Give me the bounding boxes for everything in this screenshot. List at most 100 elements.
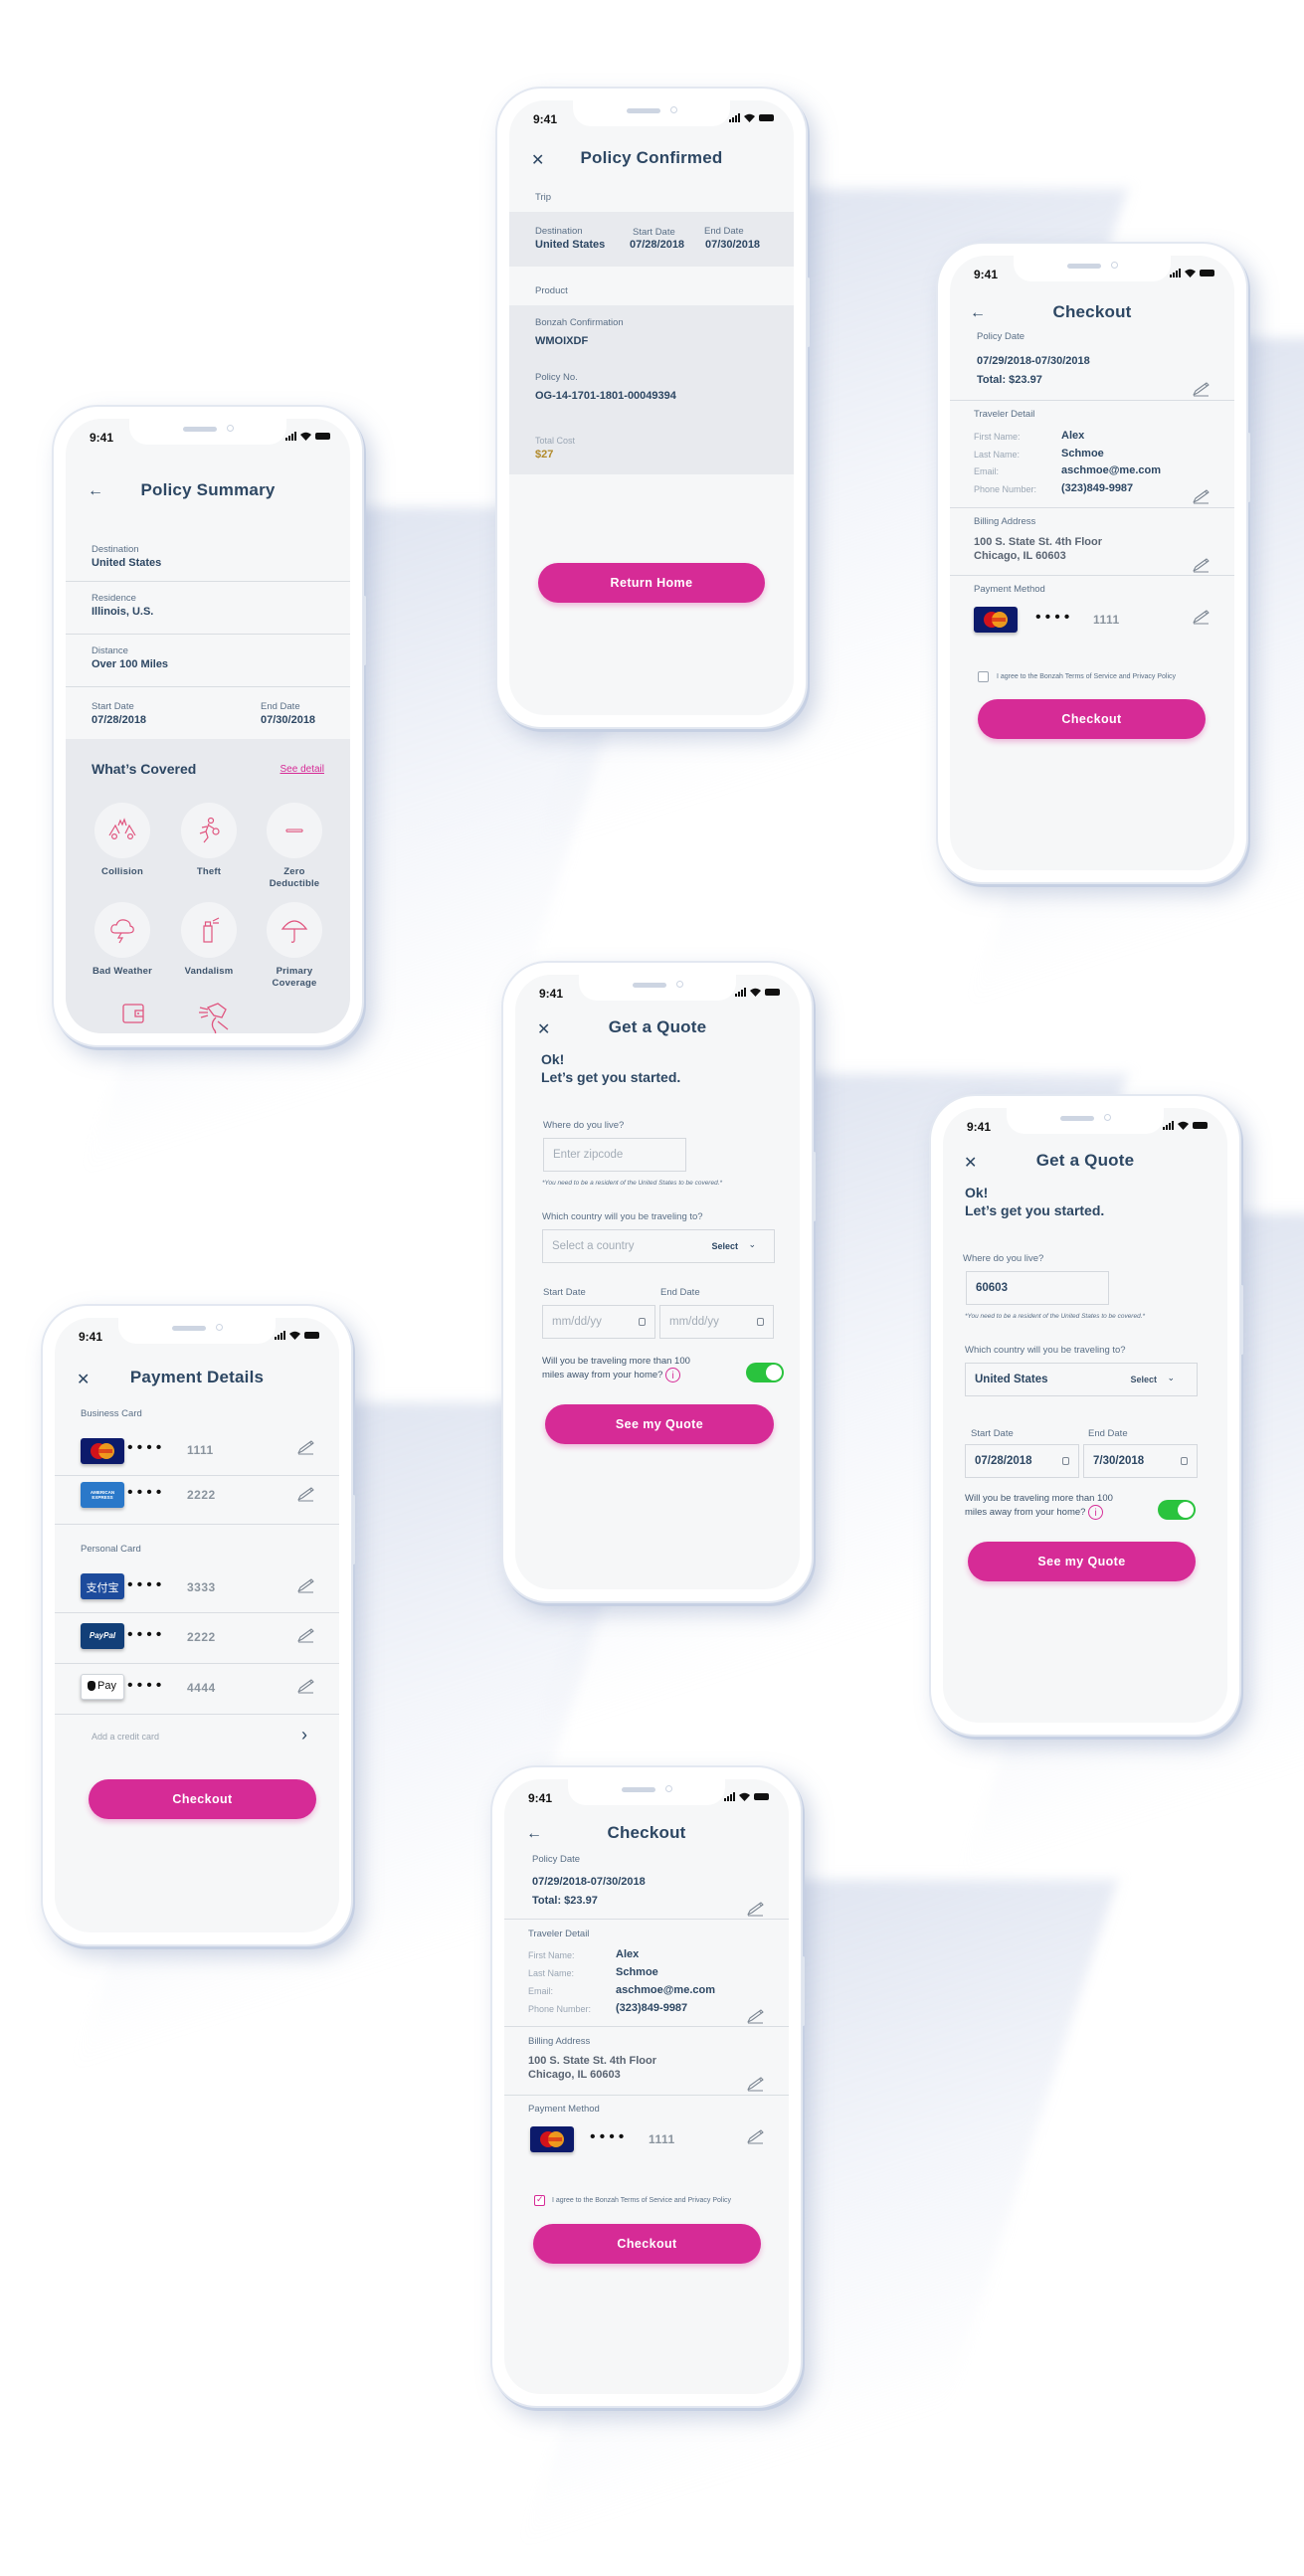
coverage-item-collision[interactable]: Collision xyxy=(83,803,162,878)
checkout-button[interactable]: Checkout xyxy=(89,1779,316,1819)
billing-line-2: Chicago, IL 60603 xyxy=(974,550,1066,562)
coverage-label: Theft xyxy=(196,866,222,877)
start-date-input[interactable]: 07/28/2018 xyxy=(965,1444,1079,1478)
start-date-value: 07/28/2018 xyxy=(630,239,685,251)
country-placeholder: Select a country xyxy=(552,1240,635,1252)
coverage-item-primary-coverage[interactable]: Primary Coverage xyxy=(255,902,334,990)
coverage-item-zero-deductible[interactable]: Zero Deductible xyxy=(255,803,334,890)
see-my-quote-button[interactable]: See my Quote xyxy=(968,1542,1196,1581)
trip-label: Trip xyxy=(535,192,552,203)
card-row[interactable]: 支付宝 •••• 3333 xyxy=(55,1562,339,1611)
country-select[interactable]: United States Select ⌄ xyxy=(965,1363,1198,1396)
phone-payment-details: 9:41 ✕ Payment Details Business Card •••… xyxy=(41,1304,355,1946)
card-row[interactable]: •••• 1111 xyxy=(55,1427,339,1473)
end-date-label: End Date xyxy=(704,226,744,237)
edit-traveler-pencil-icon[interactable] xyxy=(746,2008,766,2024)
page-title: Checkout xyxy=(607,1823,686,1842)
amex-logo: AMERICAN EXPRESS xyxy=(81,1482,124,1508)
agree-checkbox[interactable]: ✓ xyxy=(534,2194,545,2206)
see-detail-link[interactable]: See detail xyxy=(280,764,324,775)
edit-payment-pencil-icon[interactable] xyxy=(746,2128,766,2144)
billing-line-1: 100 S. State St. 4th Floor xyxy=(528,2055,656,2067)
edit-policy-date-pencil-icon[interactable] xyxy=(746,1901,766,1917)
edit-card-pencil-icon[interactable] xyxy=(296,1627,316,1643)
greeting-line-2: Let’s get you started. xyxy=(541,1069,681,1085)
screen: 9:41 ← Policy Summary Destination United… xyxy=(66,419,350,1033)
summary-row: Destination United States xyxy=(66,536,350,581)
billing-address-label: Billing Address xyxy=(974,516,1036,527)
phone-get-quote-filled: 9:41 ✕ Get a Quote Ok! Let’s get you sta… xyxy=(929,1094,1243,1737)
end-date-input[interactable]: 7/30/2018 xyxy=(1083,1444,1198,1478)
row-label: Destination xyxy=(92,544,139,555)
mascot-icon[interactable] xyxy=(196,1000,236,1033)
wallet-icon[interactable] xyxy=(121,1002,145,1025)
coverage-item-theft[interactable]: Theft xyxy=(169,803,249,878)
edit-traveler-pencil-icon[interactable] xyxy=(1192,488,1211,504)
zipcode-input[interactable]: 60603 xyxy=(966,1271,1109,1305)
coverage-item-vandalism[interactable]: Vandalism xyxy=(169,902,249,978)
notch xyxy=(568,1779,725,1805)
coverage-panel: What’s Covered See detail Collision Thef… xyxy=(66,739,350,1033)
notch xyxy=(129,419,286,445)
edit-billing-pencil-icon[interactable] xyxy=(746,2076,766,2092)
theft-icon xyxy=(199,817,220,843)
card-dots: •••• xyxy=(127,1439,166,1456)
chevron-down-icon: ⌄ xyxy=(1167,1373,1175,1382)
side-button xyxy=(352,1495,355,1564)
phone-policy-confirmed: 9:41 ✕ Policy Confirmed Trip Destination… xyxy=(495,87,810,729)
agree-checkbox[interactable] xyxy=(978,671,989,682)
distance-toggle[interactable] xyxy=(746,1363,784,1382)
coverage-title: What’s Covered xyxy=(92,761,197,777)
return-home-button[interactable]: Return Home xyxy=(538,563,765,603)
zipcode-input[interactable]: Enter zipcode xyxy=(543,1138,686,1172)
policy-date-label: Policy Date xyxy=(977,331,1025,342)
card-row[interactable]: PayPal •••• 2222 xyxy=(55,1613,339,1663)
coverage-label: Collision xyxy=(101,866,143,877)
add-credit-card-label: Add a credit card xyxy=(92,1732,160,1742)
country-select[interactable]: Select a country Select ⌄ xyxy=(542,1229,775,1263)
calendar-icon xyxy=(639,1318,646,1326)
distance-toggle[interactable] xyxy=(1158,1500,1196,1520)
row-value: Over 100 Miles xyxy=(92,658,169,670)
divider xyxy=(55,1524,339,1525)
status-icons xyxy=(275,1331,319,1340)
edit-billing-pencil-icon[interactable] xyxy=(1192,557,1211,573)
screen: 9:41 ✕ Get a Quote Ok! Let’s get you sta… xyxy=(515,975,800,1589)
edit-payment-pencil-icon[interactable] xyxy=(1192,609,1211,625)
end-date-input[interactable]: mm/dd/yy xyxy=(659,1305,774,1339)
status-icons xyxy=(1163,1121,1208,1130)
signal-icon xyxy=(724,1792,735,1801)
dates-row: Start Date 07/28/2018 End Date 07/30/201… xyxy=(66,687,350,739)
apple-pay-text: Pay xyxy=(97,1680,116,1692)
edit-card-pencil-icon[interactable] xyxy=(296,1577,316,1593)
row-value: United States xyxy=(92,557,162,569)
checkout-button[interactable]: Checkout xyxy=(533,2224,761,2264)
screen: 9:41 ← Checkout Policy Date 07/29/2018-0… xyxy=(504,1779,789,2394)
start-date-input[interactable]: mm/dd/yy xyxy=(542,1305,655,1339)
add-credit-card-row[interactable]: Add a credit card › xyxy=(55,1715,339,1760)
traveler-field-value: Alex xyxy=(616,1948,640,1960)
end-date-value: 07/30/2018 xyxy=(261,714,316,726)
signal-icon xyxy=(285,432,296,441)
total-value: Total: $23.97 xyxy=(977,374,1042,386)
info-icon[interactable]: i xyxy=(1088,1505,1104,1520)
card-row[interactable]: Pay •••• 4444 xyxy=(55,1664,339,1714)
info-icon[interactable]: i xyxy=(665,1368,681,1382)
payment-method-label: Payment Method xyxy=(528,2104,600,2115)
where-live-label: Where do you live? xyxy=(963,1253,1044,1264)
see-my-quote-button[interactable]: See my Quote xyxy=(545,1404,774,1444)
checkout-button[interactable]: Checkout xyxy=(978,699,1206,739)
edit-card-pencil-icon[interactable] xyxy=(296,1486,316,1502)
traveler-field-value: Alex xyxy=(1061,430,1085,442)
mastercard-logo xyxy=(530,2126,574,2152)
edit-card-pencil-icon[interactable] xyxy=(296,1678,316,1694)
divider xyxy=(950,507,1234,508)
wifi-icon xyxy=(300,432,311,441)
status-icons xyxy=(1170,269,1214,277)
edit-card-pencil-icon[interactable] xyxy=(296,1439,316,1455)
side-button xyxy=(363,596,366,665)
coverage-item-bad-weather[interactable]: Bad Weather xyxy=(83,902,162,978)
resident-note: *You need to be a resident of the United… xyxy=(965,1313,1146,1320)
card-row[interactable]: AMERICAN EXPRESS •••• 2222 xyxy=(55,1476,339,1522)
edit-policy-date-pencil-icon[interactable] xyxy=(1192,381,1211,397)
